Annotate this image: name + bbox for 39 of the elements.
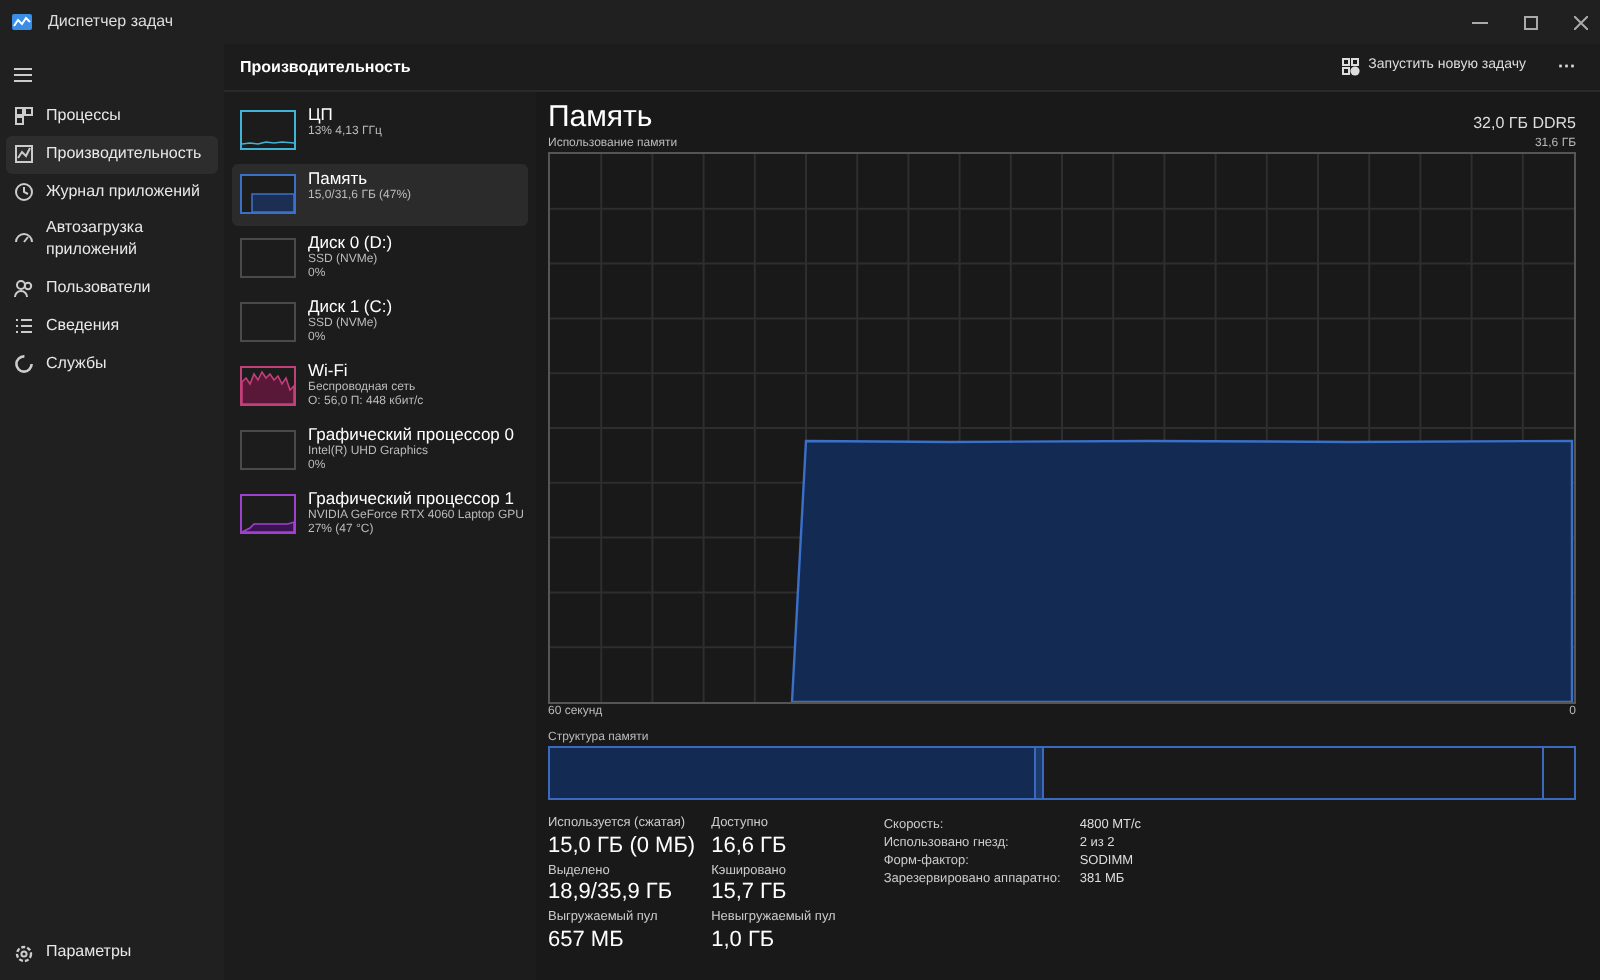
maximize-icon[interactable] [1524,15,1538,29]
more-button[interactable]: ··· [1550,53,1584,81]
new-task-icon [1342,58,1361,76]
empty-graph [240,302,296,342]
stat-value: 15,7 ГБ [711,880,789,907]
nav-item[interactable]: Журнал приложений [6,173,218,211]
minimize-icon[interactable] [1472,21,1488,23]
sparkline [240,366,296,406]
sparkline [240,110,296,150]
menu-icon[interactable] [14,68,32,82]
nav-item[interactable]: Производительность [6,135,218,174]
list-icon [14,316,34,337]
section-title: Производительность [240,55,411,79]
nav-item[interactable]: Процессы [6,98,218,136]
grid-icon [14,106,34,127]
nav-item[interactable]: Автозагрузка приложений [6,210,218,270]
sparkline [240,494,296,534]
stat-value: 15,0 ГБ (0 МБ) [548,833,696,860]
chart-icon [14,144,34,165]
close-icon[interactable] [1574,15,1588,29]
nav-item[interactable]: Службы [6,345,218,383]
ring-icon [14,353,34,374]
clock-icon [14,181,34,202]
stat-value: 16,6 ГБ [711,833,789,860]
detail-title: Память [548,100,653,136]
empty-graph [240,430,296,470]
memory-spec: 32,0 ГБ DDR5 [1473,112,1576,136]
stat-value: 1,0 ГБ [711,927,777,955]
nav-item[interactable]: Сведения [6,307,218,346]
settings-icon [14,943,34,964]
window-title: Диспетчер задач [48,10,174,34]
sparkline [240,174,296,214]
stat-value: 657 МБ [548,927,626,955]
settings-item[interactable]: Параметры [6,934,218,972]
stat-value: 18,9/35,9 ГБ [548,880,675,907]
users-icon [14,278,34,299]
nav-item[interactable]: Пользователи [6,269,218,308]
app-icon [12,14,32,30]
empty-graph [240,238,296,278]
